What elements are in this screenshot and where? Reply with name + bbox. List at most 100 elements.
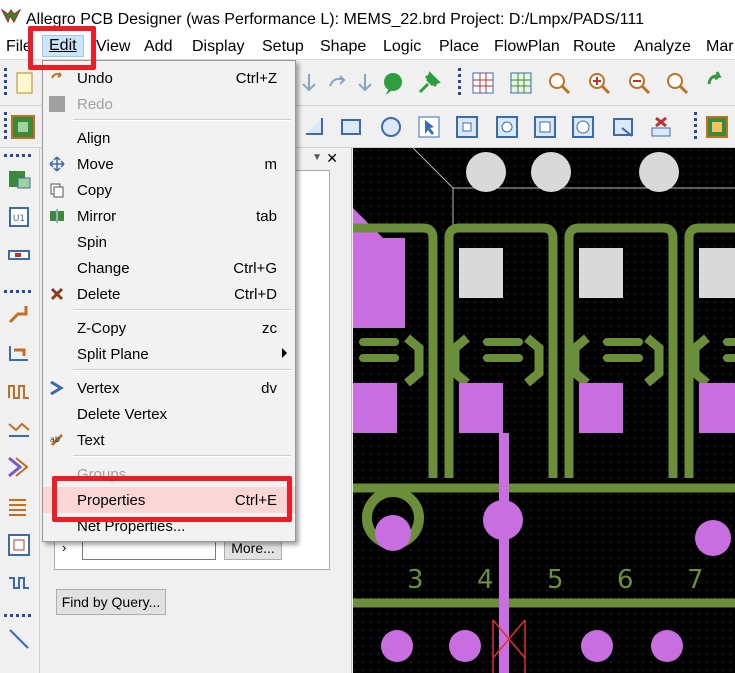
menu-item-label: Split Plane [77, 346, 149, 363]
menu-item-text[interactable]: ab Text [43, 427, 295, 453]
menu-view[interactable]: View [96, 38, 130, 56]
pcb-canvas[interactable]: 3 4 5 6 7 [353, 148, 735, 673]
custom-smooth-icon[interactable] [6, 416, 32, 442]
annotation-box-edit [28, 26, 96, 70]
part-u1-icon[interactable]: U1 [6, 204, 32, 230]
annotation-box-properties [52, 476, 292, 522]
menu-manufacture[interactable]: Mar [706, 38, 734, 56]
phase-tune-icon[interactable] [6, 570, 32, 596]
vtoolbar-grip-3 [4, 614, 34, 617]
down-arrow-icon-2[interactable] [352, 70, 378, 96]
mount-hole [531, 152, 571, 192]
menu-item-vertex[interactable]: Vertex dv [43, 375, 295, 401]
zoom-fit-icon[interactable] [546, 70, 572, 96]
menu-item-copy[interactable]: Copy [43, 177, 295, 203]
menu-item-align[interactable]: Align [43, 125, 295, 151]
part-connector-icon[interactable] [6, 242, 32, 268]
menu-item-mirror[interactable]: Mirror tab [43, 203, 295, 229]
vtoolbar-grip [4, 154, 34, 157]
select-shape-icon[interactable] [416, 114, 442, 140]
add-connect-icon[interactable] [6, 300, 32, 326]
delete-islands-icon[interactable] [648, 114, 674, 140]
delete-void-icon[interactable] [532, 114, 558, 140]
grid-green-icon[interactable] [508, 70, 534, 96]
menu-item-label: Delete Vertex [77, 406, 168, 423]
redo-icon[interactable] [324, 70, 350, 96]
pin-number: 4 [477, 565, 494, 595]
void-circle-icon[interactable] [570, 114, 596, 140]
chat-bubble-icon[interactable] [380, 70, 406, 96]
place-component-icon[interactable] [6, 166, 32, 192]
manual-void-icon[interactable] [454, 114, 480, 140]
menu-item-label: Vertex [77, 380, 120, 397]
menu-item-change[interactable]: Change Ctrl+G [43, 255, 295, 281]
toolbar-grip [4, 68, 7, 98]
violet-via [375, 515, 411, 551]
grid-route-icon[interactable] [6, 532, 32, 558]
violet-via [483, 500, 523, 540]
menu-item-label: Undo [77, 70, 113, 87]
refresh-icon[interactable] [704, 70, 730, 96]
pin-icon[interactable] [416, 70, 442, 96]
menu-item-redo[interactable]: Redo [43, 91, 295, 117]
menu-item-label: Move [77, 156, 114, 173]
menu-separator [73, 369, 291, 371]
menu-item-shortcut: tab [256, 208, 277, 225]
find-by-query-button[interactable]: Find by Query... [56, 589, 166, 615]
panel-dropdown-icon[interactable]: ▼ [312, 152, 322, 163]
shape-fill-icon[interactable] [610, 114, 636, 140]
menu-item-shortcut: Ctrl+D [234, 286, 277, 303]
edit-boundary-icon[interactable] [494, 114, 520, 140]
panel-close-icon[interactable]: ✕ [326, 150, 338, 167]
find-name-input[interactable] [82, 540, 216, 560]
zoom-out-icon[interactable] [626, 70, 652, 96]
new-file-icon[interactable] [12, 70, 38, 96]
menu-item-shortcut: zc [262, 320, 277, 337]
violet-via [695, 520, 731, 556]
menu-flowplan[interactable]: FlowPlan [494, 38, 560, 56]
mirror-icon [50, 209, 64, 223]
circle-shape-icon[interactable] [378, 114, 404, 140]
chevron-right-icon[interactable]: › [62, 540, 66, 555]
allegro-app-icon [0, 8, 22, 24]
menu-setup[interactable]: Setup [262, 38, 304, 56]
delay-tune-icon[interactable] [6, 378, 32, 404]
menu-separator [73, 119, 291, 121]
rectangle-shape-icon[interactable] [338, 114, 364, 140]
bus-icon[interactable] [6, 494, 32, 520]
menu-separator [73, 309, 291, 311]
mount-hole [466, 152, 506, 192]
vertex-icon [50, 380, 64, 396]
menu-item-label: Copy [77, 182, 113, 199]
menu-add[interactable]: Add [144, 38, 172, 56]
menu-item-move[interactable]: Move m [43, 151, 295, 177]
down-arrow-icon[interactable] [296, 70, 322, 96]
add-line-icon[interactable] [6, 626, 32, 652]
zoom-previous-icon[interactable] [664, 70, 690, 96]
menu-route[interactable]: Route [573, 38, 616, 56]
menu-shape[interactable]: Shape [320, 38, 366, 56]
menu-item-z-copy[interactable]: Z-Copy zc [43, 315, 295, 341]
menu-item-label: Spin [77, 234, 108, 251]
menu-display[interactable]: Display [192, 38, 244, 56]
slide-icon[interactable] [6, 340, 32, 366]
menu-item-delete-vertex[interactable]: Delete Vertex [43, 401, 295, 427]
menu-item-split-plane[interactable]: Split Plane [43, 341, 295, 367]
fanout-icon[interactable] [6, 454, 32, 480]
board-icon[interactable] [10, 114, 36, 140]
grid-icon[interactable] [470, 70, 496, 96]
menu-logic[interactable]: Logic [383, 38, 421, 56]
zoom-in-icon[interactable] [586, 70, 612, 96]
delete-icon [50, 287, 64, 301]
vertical-toolbar: U1 [0, 148, 40, 673]
menu-item-spin[interactable]: Spin [43, 229, 295, 255]
menu-item-delete[interactable]: Delete Ctrl+D [43, 281, 295, 307]
menu-bar: File Edit View Add Display Setup Shape L… [0, 34, 735, 60]
menu-place[interactable]: Place [439, 38, 479, 56]
menu-item-label: Z-Copy [77, 320, 127, 337]
pcb-drawing: 3 4 5 6 7 [353, 148, 735, 673]
component-icon[interactable] [704, 114, 730, 140]
corner-shape-icon[interactable] [302, 114, 328, 140]
menu-analyze[interactable]: Analyze [634, 38, 691, 56]
menu-item-shortcut: dv [261, 380, 277, 397]
